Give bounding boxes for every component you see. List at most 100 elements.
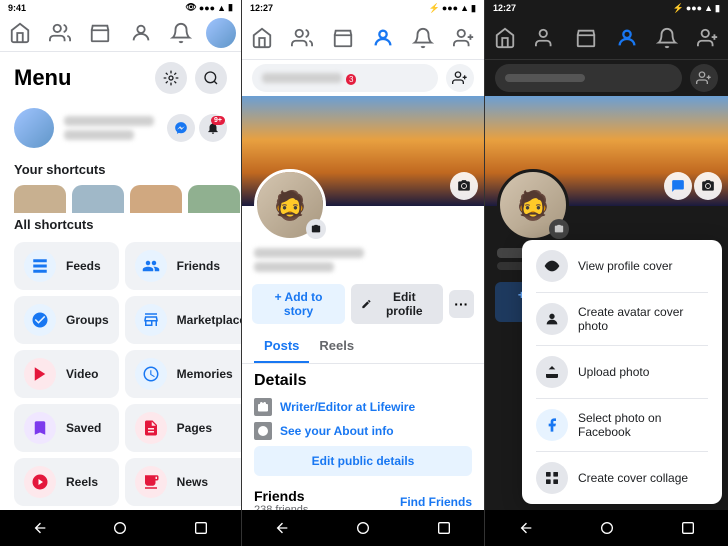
menu-item-video[interactable]: Video — [14, 350, 119, 398]
upload-photo-label: Upload photo — [578, 365, 649, 379]
shortcuts-label: Your shortcuts — [0, 156, 241, 181]
view-profile-cover-icon — [536, 250, 568, 282]
nav-bell-2[interactable] — [405, 20, 441, 56]
profile-cover-2: 🧔 — [242, 96, 484, 206]
saved-label: Saved — [66, 421, 101, 435]
android-back[interactable] — [26, 514, 54, 542]
menu-user-subtext — [64, 130, 134, 140]
search-bar-3[interactable] — [495, 64, 682, 92]
nav-profile-2[interactable] — [365, 20, 401, 56]
upload-photo-icon — [536, 356, 568, 388]
feeds-icon — [24, 250, 56, 282]
menu-item-groups[interactable]: Groups — [14, 296, 119, 344]
notification-icon-btn[interactable]: 9+ — [199, 114, 227, 142]
status-time-1: 9:41 — [8, 3, 26, 13]
nav-people-2[interactable] — [284, 20, 320, 56]
nav-home-2[interactable] — [244, 20, 280, 56]
add-friend-icon-btn[interactable] — [446, 64, 474, 92]
menu-header-icons — [155, 62, 227, 94]
menu-user-row[interactable]: 9+ — [0, 100, 241, 156]
nav-store-2[interactable] — [325, 20, 361, 56]
android-recent[interactable] — [187, 514, 215, 542]
menu-item-pages[interactable]: Pages — [125, 404, 242, 452]
menu-item-news[interactable]: News — [125, 458, 242, 506]
menu-item-reels[interactable]: Reels — [14, 458, 119, 506]
android-home-2[interactable] — [349, 514, 377, 542]
menu-item-friends[interactable]: Friends — [125, 242, 242, 290]
more-btn[interactable]: ··· — [449, 290, 474, 318]
create-avatar-cover-icon — [536, 303, 568, 335]
add-to-story-btn[interactable]: + Add to story — [252, 284, 345, 324]
profile-sub-blurred — [254, 262, 334, 272]
android-back-3[interactable] — [512, 514, 540, 542]
nav-store[interactable] — [82, 15, 118, 51]
nav-add-friend-2[interactable] — [446, 20, 482, 56]
messenger-icon-btn[interactable] — [167, 114, 195, 142]
dropdown-upload-photo[interactable]: Upload photo — [522, 346, 722, 398]
detail-row-work: Writer/Editor at Lifewire — [254, 398, 472, 416]
nav-home[interactable] — [2, 15, 38, 51]
settings-icon-btn[interactable] — [155, 62, 187, 94]
menu-user-info — [64, 116, 157, 140]
work-text: Writer/Editor at Lifewire — [280, 400, 415, 414]
nav-add-friend-3[interactable] — [690, 20, 726, 56]
add-friend-icon-btn-3[interactable] — [690, 64, 718, 92]
shortcut-thumb-3[interactable] — [130, 185, 182, 213]
nav-profile[interactable] — [123, 15, 159, 51]
bottom-nav-2 — [242, 510, 484, 546]
dropdown-select-photo-facebook[interactable]: Select photo on Facebook — [522, 399, 722, 451]
avatar-edit-sm-3[interactable] — [549, 219, 569, 239]
tab-posts[interactable]: Posts — [254, 330, 309, 363]
create-cover-collage-icon — [536, 462, 568, 494]
tab-reels[interactable]: Reels — [309, 330, 364, 363]
wifi-icon-3: ▲ — [704, 3, 713, 13]
shortcut-thumb-2[interactable] — [72, 185, 124, 213]
android-recent-2[interactable] — [430, 514, 458, 542]
profile-search-row: 3 — [242, 60, 484, 96]
groups-label: Groups — [66, 313, 109, 327]
cover-options-dropdown: View profile cover Create avatar cover p… — [522, 240, 722, 504]
nav-profile-3[interactable] — [609, 20, 645, 56]
profile-actions: + Add to story Edit profile ··· — [242, 278, 484, 330]
android-home-3[interactable] — [593, 514, 621, 542]
detail-row-about: See your About info — [254, 422, 472, 440]
pages-icon — [135, 412, 167, 444]
panel-profile-dropdown: 12:27 ⚡ ●●● ▲ ▮ — [485, 0, 728, 546]
shortcut-thumb-4[interactable] — [188, 185, 240, 213]
nav-store-3[interactable] — [568, 20, 604, 56]
nav-people[interactable] — [42, 15, 78, 51]
search-bar[interactable]: 3 — [252, 64, 438, 92]
about-icon — [254, 422, 272, 440]
dropdown-create-cover-collage[interactable]: Create cover collage — [522, 452, 722, 504]
search-icon-btn[interactable] — [195, 62, 227, 94]
profile-avatar-wrap-3: 🧔 — [497, 169, 569, 241]
dropdown-view-profile-cover[interactable]: View profile cover — [522, 240, 722, 292]
news-label: News — [177, 475, 208, 489]
menu-item-feeds[interactable]: Feeds — [14, 242, 119, 290]
video-label: Video — [66, 367, 98, 381]
edit-public-btn[interactable]: Edit public details — [254, 446, 472, 476]
android-recent-3[interactable] — [674, 514, 702, 542]
cover-chat-btn-3[interactable] — [664, 172, 692, 200]
menu-item-saved[interactable]: Saved — [14, 404, 119, 452]
nav-people-3[interactable] — [528, 20, 564, 56]
about-text: See your About info — [280, 424, 394, 438]
nav-bell[interactable] — [163, 15, 199, 51]
select-photo-facebook-label: Select photo on Facebook — [578, 411, 708, 439]
menu-item-memories[interactable]: Memories — [125, 350, 242, 398]
cover-edit-btn-3[interactable] — [694, 172, 722, 200]
edit-profile-btn[interactable]: Edit profile — [351, 284, 442, 324]
menu-item-marketplace[interactable]: Marketplace — [125, 296, 242, 344]
find-friends-link[interactable]: Find Friends — [400, 495, 472, 509]
nav-bell-3[interactable] — [649, 20, 685, 56]
dropdown-create-avatar-cover[interactable]: Create avatar cover photo — [522, 293, 722, 345]
avatar-edit-sm[interactable] — [306, 219, 326, 239]
saved-icon — [24, 412, 56, 444]
cover-edit-btn[interactable] — [450, 172, 478, 200]
nav-avatar[interactable] — [203, 15, 239, 51]
shortcut-thumb-1[interactable] — [14, 185, 66, 213]
nav-home-3[interactable] — [487, 20, 523, 56]
work-link[interactable]: Lifewire — [370, 400, 415, 414]
android-back-2[interactable] — [268, 514, 296, 542]
android-home[interactable] — [106, 514, 134, 542]
